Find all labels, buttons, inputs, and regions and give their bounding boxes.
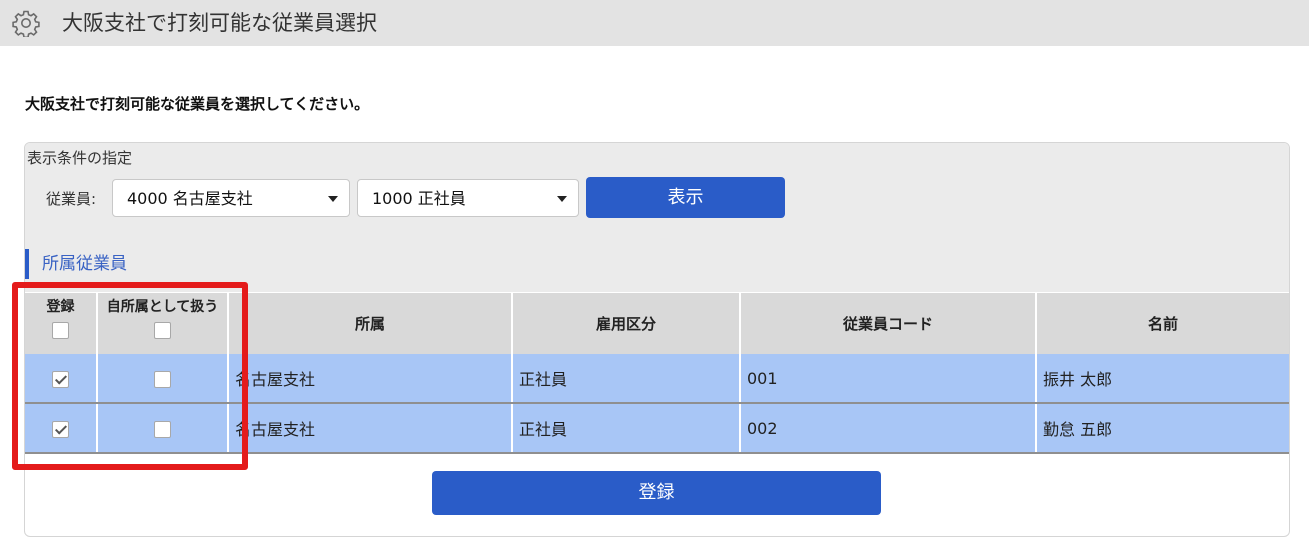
employment-type-select-value: 1000 正社員 <box>372 189 466 208</box>
register-checkbox[interactable] <box>52 370 69 388</box>
gear-icon[interactable] <box>12 9 40 37</box>
column-header-employment-type[interactable]: 雇用区分 <box>511 293 740 354</box>
table-header-row: 登録 自所属として扱う 所属 雇用区分 従業員コード 名前 <box>25 293 1289 354</box>
selection-panel: 表示条件の指定 従業員: 4000 名古屋支社 1000 正社員 表示 所属従業… <box>24 142 1290 537</box>
column-label-register: 登録 <box>46 299 75 315</box>
title-bar: 大阪支社で打刻可能な従業員選択 <box>0 0 1309 46</box>
own-affiliation-checkbox[interactable] <box>154 420 171 438</box>
table-row[interactable]: 名古屋支社 正社員 002 勤怠 五郎 <box>25 403 1289 454</box>
employee-name-cell: 勤怠 五郎 <box>1035 403 1289 454</box>
employment-type-cell: 正社員 <box>511 354 740 404</box>
branch-select[interactable]: 4000 名古屋支社 <box>112 179 350 217</box>
employment-type-select[interactable]: 1000 正社員 <box>357 179 579 217</box>
column-header-affiliation[interactable]: 所属 <box>227 293 512 354</box>
filter-area: 表示条件の指定 従業員: 4000 名古屋支社 1000 正社員 表示 所属従業… <box>25 143 1289 292</box>
column-label-own-affiliation: 自所属として扱う <box>106 299 219 315</box>
own-affiliation-checkbox[interactable] <box>154 370 171 388</box>
column-header-name[interactable]: 名前 <box>1035 293 1289 354</box>
chevron-down-icon <box>557 196 567 202</box>
members-table: 登録 自所属として扱う 所属 雇用区分 従業員コード 名前 名古屋支社 正社員 … <box>25 293 1289 454</box>
own-affiliation-cell <box>96 403 228 454</box>
own-affiliation-cell <box>96 354 228 404</box>
register-cell <box>25 403 97 454</box>
column-header-register: 登録 <box>25 293 97 354</box>
employee-label: 従業員: <box>46 190 97 208</box>
affiliation-cell: 名古屋支社 <box>227 403 512 454</box>
employee-code-cell: 002 <box>739 403 1036 454</box>
members-heading: 所属従業員 <box>25 249 127 279</box>
register-button[interactable]: 登録 <box>432 471 881 515</box>
own-affiliation-all-checkbox[interactable] <box>154 322 171 339</box>
register-cell <box>25 354 97 404</box>
column-header-employee-code[interactable]: 従業員コード <box>739 293 1036 354</box>
filter-section-label: 表示条件の指定 <box>27 149 133 167</box>
register-all-checkbox[interactable] <box>52 322 69 339</box>
branch-select-value: 4000 名古屋支社 <box>127 189 253 208</box>
window-title: 大阪支社で打刻可能な従業員選択 <box>62 11 377 35</box>
table-row[interactable]: 名古屋支社 正社員 001 振井 太郎 <box>25 354 1289 404</box>
affiliation-cell: 名古屋支社 <box>227 354 512 404</box>
show-button[interactable]: 表示 <box>586 177 785 218</box>
register-checkbox[interactable] <box>52 420 69 438</box>
employee-name-cell: 振井 太郎 <box>1035 354 1289 404</box>
instruction-text: 大阪支社で打刻可能な従業員を選択してください。 <box>25 95 370 113</box>
employment-type-cell: 正社員 <box>511 403 740 454</box>
column-header-own-affiliation: 自所属として扱う <box>96 293 228 354</box>
employee-code-cell: 001 <box>739 354 1036 404</box>
chevron-down-icon <box>328 196 338 202</box>
